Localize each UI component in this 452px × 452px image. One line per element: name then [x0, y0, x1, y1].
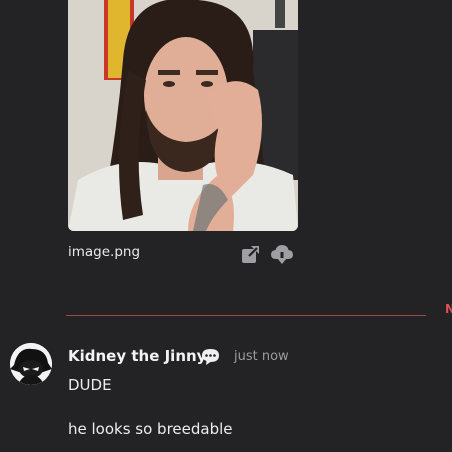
new-messages-divider	[66, 315, 426, 316]
message-line: DUDE	[68, 376, 112, 394]
cloud-download-icon[interactable]	[270, 244, 294, 266]
message-timestamp: just now	[234, 349, 289, 364]
message-line: he looks so breedable	[68, 420, 233, 438]
open-external-icon[interactable]	[241, 245, 260, 264]
new-messages-label: N	[445, 302, 452, 316]
speech-bubble-icon	[201, 348, 220, 366]
avatar[interactable]	[10, 343, 52, 385]
message-author[interactable]: Kidney the Jinny	[68, 347, 206, 365]
attachment-photo	[68, 0, 298, 231]
attachment-file-name: image.png	[68, 244, 141, 260]
attachment-image[interactable]	[68, 0, 298, 231]
